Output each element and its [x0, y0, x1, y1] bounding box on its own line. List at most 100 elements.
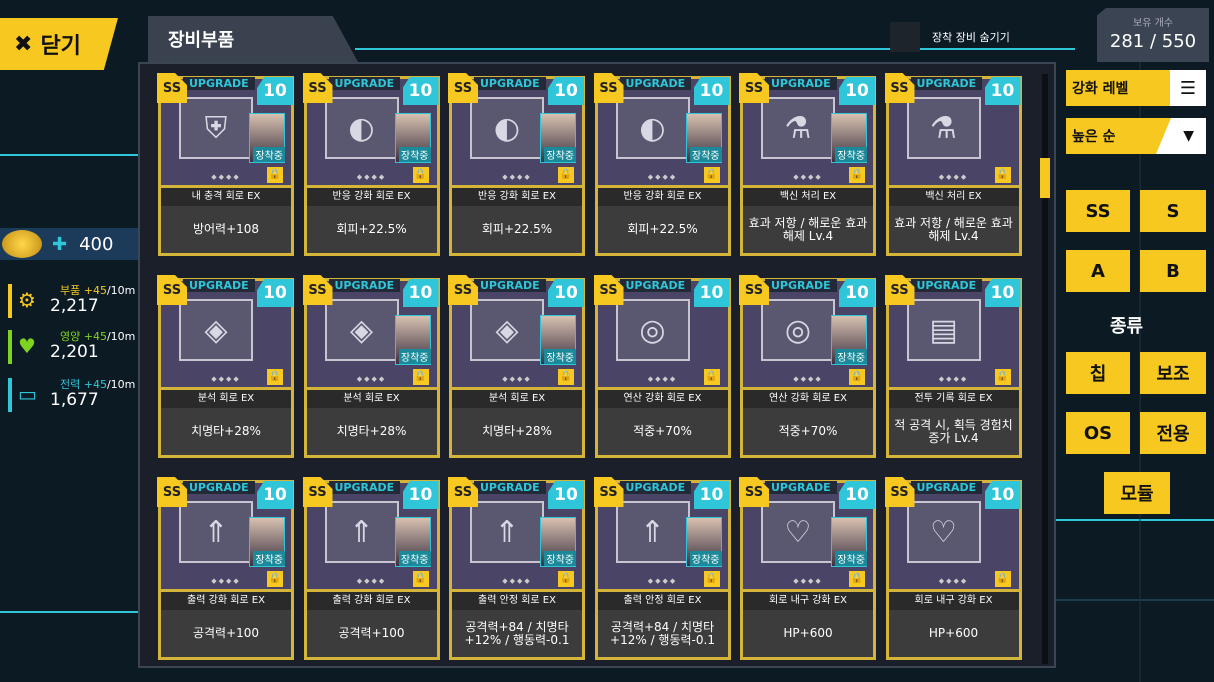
equipment-card[interactable]: ◎ UPGRADE 10 SS 장착중 🔒 ◆◆◆◆ 연산 강화 회로 EX 적중+70%	[739, 275, 876, 458]
filter-exclusive-button[interactable]: 전용	[1140, 412, 1206, 454]
star-dots: ◆◆◆◆	[356, 375, 387, 383]
heart-icon: ♥	[18, 334, 36, 358]
equipment-card[interactable]: ◈ UPGRADE 10 SS 장착중 🔒 ◆◆◆◆ 분석 회로 EX 치명타+28%	[448, 275, 585, 458]
upgrade-label: UPGRADE	[328, 77, 401, 90]
equipment-frame: ◐ UPGRADE 10 SS 장착중 🔒 ◆◆◆◆	[302, 73, 440, 188]
equipment-card[interactable]: ⇑ UPGRADE 10 SS 장착중 🔒 ◆◆◆◆ 출력 안정 회로 EX 공격력+84 / …	[448, 477, 585, 660]
upgrade-label: UPGRADE	[619, 279, 692, 292]
equipped-label: 장착중	[253, 147, 285, 162]
level-badge: 10	[984, 77, 1021, 105]
upgrade-label: UPGRADE	[619, 481, 692, 494]
equipment-icon: ◐	[470, 97, 544, 159]
equipment-card[interactable]: ⚗ UPGRADE 10 SS 장착중 🔒 ◆◆◆◆ 백신 처리 EX 효과 저항 / 해로운 …	[739, 73, 876, 256]
equipment-icon: ◈	[324, 299, 399, 361]
resource-value: 1,677	[50, 390, 99, 410]
close-label: 닫기	[40, 34, 81, 59]
level-badge: 10	[257, 279, 293, 307]
equipment-name: 회로 내구 강화 EX	[885, 592, 1022, 610]
equipment-effect: 효과 저항 / 해로운 효과 해제 Lv.4	[740, 206, 876, 256]
equipment-card[interactable]: ◈ UPGRADE 10 SS 장착중 🔒 ◆◆◆◆ 분석 회로 EX 치명타+28%	[302, 275, 440, 458]
resource-value: 2,201	[50, 342, 99, 362]
hide-equipped-toggle[interactable]: 장착 장비 숨기기	[890, 22, 1040, 52]
level-badge: 10	[257, 77, 293, 105]
equipment-frame: ⚗ UPGRADE 10 SS 장착중 🔒 ◆◆◆◆	[739, 73, 876, 188]
equipment-icon: ⚗	[906, 97, 981, 159]
star-dots: ◆◆◆◆	[211, 173, 241, 181]
equipment-frame: ♡ UPGRADE 10 SS 🔒 ◆◆◆◆	[884, 477, 1022, 592]
resource-bar	[8, 378, 12, 412]
filter-os-button[interactable]: OS	[1066, 412, 1130, 454]
level-badge: 10	[839, 77, 875, 105]
star-dots: ◆◆◆◆	[793, 577, 823, 585]
equipped-label: 장착중	[689, 551, 722, 566]
equipment-icon: ⚗	[761, 97, 835, 159]
equipment-card[interactable]: ⇑ UPGRADE 10 SS 장착중 🔒 ◆◆◆◆ 출력 안정 회로 EX 공격력+84 / …	[593, 477, 731, 660]
equipment-icon: ◐	[324, 97, 399, 159]
scrollbar-thumb[interactable]	[1040, 158, 1050, 198]
level-badge: 10	[548, 279, 584, 307]
equipment-card[interactable]: ◐ UPGRADE 10 SS 장착중 🔒 ◆◆◆◆ 반응 강화 회로 EX 회피+22.5%	[448, 73, 585, 256]
sort-order-dropdown[interactable]: 높은 순 ▼	[1066, 118, 1206, 154]
equipment-card[interactable]: ◈ UPGRADE 10 SS 🔒 ◆◆◆◆ 분석 회로 EX 치명타+28%	[157, 275, 294, 458]
equipment-icon: ◈	[470, 299, 544, 361]
resource-bar	[8, 330, 12, 364]
resource-unit: /10m	[106, 330, 136, 343]
filter-chip-button[interactable]: 칩	[1066, 352, 1130, 394]
close-button[interactable]: ✖ 닫기	[0, 18, 118, 70]
equipment-name: 출력 안정 회로 EX	[449, 592, 585, 610]
equipment-card[interactable]: ⇑ UPGRADE 10 SS 장착중 🔒 ◆◆◆◆ 출력 강화 회로 EX 공격력+100	[157, 477, 294, 660]
hide-equipped-checkbox[interactable]	[890, 22, 920, 52]
equipment-name: 반응 강화 회로 EX	[303, 188, 440, 206]
equipment-card[interactable]: ◐ UPGRADE 10 SS 장착중 🔒 ◆◆◆◆ 반응 강화 회로 EX 회피+22.5%	[593, 73, 731, 256]
equipment-name: 연산 강화 회로 EX	[594, 390, 731, 408]
equipment-grid: ⛨ UPGRADE 10 SS 장착중 🔒 ◆◆◆◆ 내 충격 회로 EX 방어력+108 ◐ UP…	[138, 62, 1056, 668]
equipment-effect: 치명타+28%	[158, 408, 294, 458]
equipment-frame: ⇑ UPGRADE 10 SS 장착중 🔒 ◆◆◆◆	[157, 477, 294, 592]
power-value: 400	[79, 233, 114, 255]
equipped-label: 장착중	[544, 551, 576, 566]
equipment-effect: 적중+70%	[594, 408, 731, 458]
equipment-icon: ⇑	[324, 501, 399, 563]
scrollbar[interactable]	[1040, 74, 1050, 664]
equipment-card[interactable]: ♡ UPGRADE 10 SS 장착중 🔒 ◆◆◆◆ 회로 내구 강화 EX HP+600	[739, 477, 876, 660]
equipment-card[interactable]: ⛨ UPGRADE 10 SS 장착중 🔒 ◆◆◆◆ 내 충격 회로 EX 방어력+108	[157, 73, 294, 256]
sort-order-label: 높은 순	[1072, 129, 1116, 145]
resource-0: ⚙ 부품 +45/10m 2,217	[8, 280, 138, 320]
equipment-frame: ▤ UPGRADE 10 SS 🔒 ◆◆◆◆	[884, 275, 1022, 390]
equipment-effect: HP+600	[885, 610, 1022, 660]
filter-s-button[interactable]: S	[1140, 190, 1206, 232]
equipment-frame: ◎ UPGRADE 10 SS 장착중 🔒 ◆◆◆◆	[739, 275, 876, 390]
equipment-frame: ◈ UPGRADE 10 SS 장착중 🔒 ◆◆◆◆	[302, 275, 440, 390]
equipment-card[interactable]: ▤ UPGRADE 10 SS 🔒 ◆◆◆◆ 전투 기록 회로 EX 적 공격 시, 획득 경…	[884, 275, 1022, 458]
equipment-card[interactable]: ◎ UPGRADE 10 SS 🔒 ◆◆◆◆ 연산 강화 회로 EX 적중+70%	[593, 275, 731, 458]
star-dots: ◆◆◆◆	[211, 577, 241, 585]
equipment-effect: 치명타+28%	[303, 408, 440, 458]
equipment-card[interactable]: ◐ UPGRADE 10 SS 장착중 🔒 ◆◆◆◆ 반응 강화 회로 EX 회피+22.5%	[302, 73, 440, 256]
filter-b-button[interactable]: B	[1140, 250, 1206, 292]
level-badge: 10	[402, 77, 439, 105]
inventory-count: 보유 개수 281 / 550	[1097, 8, 1209, 62]
level-badge: 10	[839, 279, 875, 307]
filter-sub-button[interactable]: 보조	[1140, 352, 1206, 394]
star-dots: ◆◆◆◆	[502, 577, 532, 585]
filter-module-button[interactable]: 모듈	[1104, 472, 1170, 514]
equipment-effect: 회피+22.5%	[449, 206, 585, 256]
equipment-icon: ◐	[615, 97, 690, 159]
dropdown-arrow-icon: ▼	[1156, 118, 1206, 154]
equipment-effect: 적중+70%	[740, 408, 876, 458]
equipment-card[interactable]: ♡ UPGRADE 10 SS 🔒 ◆◆◆◆ 회로 내구 강화 EX HP+600	[884, 477, 1022, 660]
resource-unit: /10m	[106, 284, 136, 297]
sort-level-button[interactable]: 강화 레벨 ☰	[1066, 70, 1206, 106]
star-dots: ◆◆◆◆	[647, 375, 678, 383]
power-icon	[2, 230, 42, 258]
equipment-card[interactable]: ⚗ UPGRADE 10 SS 🔒 ◆◆◆◆ 백신 처리 EX 효과 저항 / 해로운 효과 …	[884, 73, 1022, 256]
filter-ss-button[interactable]: SS	[1066, 190, 1130, 232]
equipment-name: 반응 강화 회로 EX	[449, 188, 585, 206]
equipment-icon: ⇑	[615, 501, 690, 563]
filter-a-button[interactable]: A	[1066, 250, 1130, 292]
close-icon: ✖	[14, 31, 33, 57]
equipment-frame: ◐ UPGRADE 10 SS 장착중 🔒 ◆◆◆◆	[593, 73, 731, 188]
equipment-frame: ♡ UPGRADE 10 SS 장착중 🔒 ◆◆◆◆	[739, 477, 876, 592]
equipment-card[interactable]: ⇑ UPGRADE 10 SS 장착중 🔒 ◆◆◆◆ 출력 강화 회로 EX 공격력+100	[302, 477, 440, 660]
equipment-icon: ◎	[615, 299, 690, 361]
